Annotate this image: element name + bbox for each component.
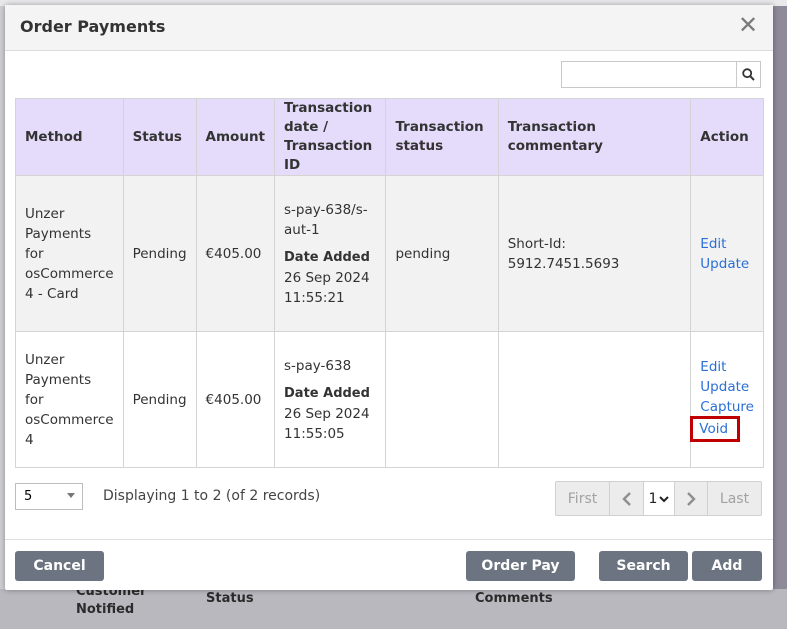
page-select[interactable]: 1 [644, 482, 675, 515]
per-page-select[interactable]: 5 [15, 483, 83, 510]
cell-actions: Edit Update [690, 175, 764, 332]
update-link[interactable]: Update [700, 254, 754, 274]
col-header-transaction-status: Transaction status [385, 98, 499, 176]
col-header-amount: Amount [195, 98, 276, 176]
transaction-id: s-pay-638/s-aut-1 [284, 201, 368, 238]
date-added-date: 26 Sep 2024 [284, 269, 370, 286]
cell-amount: €405.00 [195, 175, 276, 332]
cancel-button[interactable]: Cancel [15, 551, 104, 581]
chevron-down-icon [67, 493, 75, 498]
cell-status: Pending [122, 331, 197, 468]
prev-page-button[interactable] [610, 482, 644, 515]
cell-actions: Edit Update Capture Void [690, 331, 764, 468]
col-header-method: Method [15, 98, 124, 176]
footer-divider [5, 539, 773, 540]
col-header-action: Action [690, 98, 764, 176]
cell-amount: €405.00 [195, 331, 276, 468]
table-row: Unzer Payments for osCommerce 4 - Card P… [15, 175, 764, 332]
date-added-time: 11:55:05 [284, 425, 345, 442]
last-page-button[interactable]: Last [708, 482, 761, 515]
cell-method: Unzer Payments for osCommerce 4 [15, 331, 124, 468]
void-link[interactable]: Void [690, 416, 741, 442]
cell-transaction-status [385, 331, 499, 468]
close-icon[interactable]: ✕ [737, 13, 759, 37]
modal-header: Order Payments ✕ [5, 5, 773, 51]
cell-method: Unzer Payments for osCommerce 4 - Card [15, 175, 124, 332]
bg-col-comments: Comments [475, 591, 553, 606]
date-added-label: Date Added [284, 385, 370, 401]
modal-title: Order Payments [20, 17, 166, 36]
search-box [561, 61, 761, 88]
background-table-header: Customer Notified Status Comments [0, 584, 787, 629]
col-header-status: Status [122, 98, 197, 176]
search-button[interactable]: Search [599, 551, 688, 581]
date-added-time: 11:55:21 [284, 289, 345, 306]
search-icon[interactable] [736, 62, 760, 87]
chevron-down-icon [659, 495, 670, 502]
cell-transaction: s-pay-638 Date Added 26 Sep 2024 11:55:0… [274, 331, 387, 468]
chevron-left-icon [621, 491, 631, 506]
edit-link[interactable]: Edit [700, 357, 754, 377]
cell-status: Pending [122, 175, 197, 332]
col-header-transaction-date: Transaction date / Transaction ID [274, 98, 387, 176]
cell-transaction-status: pending [385, 175, 499, 332]
payments-table: Method Status Amount Transaction date / … [15, 98, 764, 468]
cell-commentary: Short-Id: 5912.7451.5693 [497, 175, 692, 332]
col-header-commentary: Transaction commentary [497, 98, 692, 176]
date-added-label: Date Added [284, 249, 370, 265]
transaction-id: s-pay-638 [284, 357, 352, 374]
cell-transaction: s-pay-638/s-aut-1 Date Added 26 Sep 2024… [274, 175, 387, 332]
first-page-button[interactable]: First [556, 482, 610, 515]
table-header-row: Method Status Amount Transaction date / … [15, 98, 764, 176]
table-row: Unzer Payments for osCommerce 4 Pending … [15, 331, 764, 468]
chevron-right-icon [687, 491, 696, 506]
capture-link[interactable]: Capture [700, 397, 754, 417]
search-input[interactable] [562, 62, 738, 87]
date-added-date: 26 Sep 2024 [284, 405, 370, 422]
cell-commentary [497, 331, 692, 468]
update-link[interactable]: Update [700, 377, 754, 397]
order-payments-modal: Order Payments ✕ Method Status Amount Tr… [5, 5, 773, 590]
bg-col-status: Status [206, 591, 254, 606]
edit-link[interactable]: Edit [700, 234, 754, 254]
next-page-button[interactable] [675, 482, 708, 515]
displaying-records-text: Displaying 1 to 2 (of 2 records) [103, 488, 321, 504]
pagination: First 1 Last [555, 481, 762, 516]
order-pay-button[interactable]: Order Pay [466, 551, 575, 581]
current-page: 1 [648, 490, 658, 507]
per-page-value: 5 [24, 489, 33, 504]
add-button[interactable]: Add [692, 551, 762, 581]
